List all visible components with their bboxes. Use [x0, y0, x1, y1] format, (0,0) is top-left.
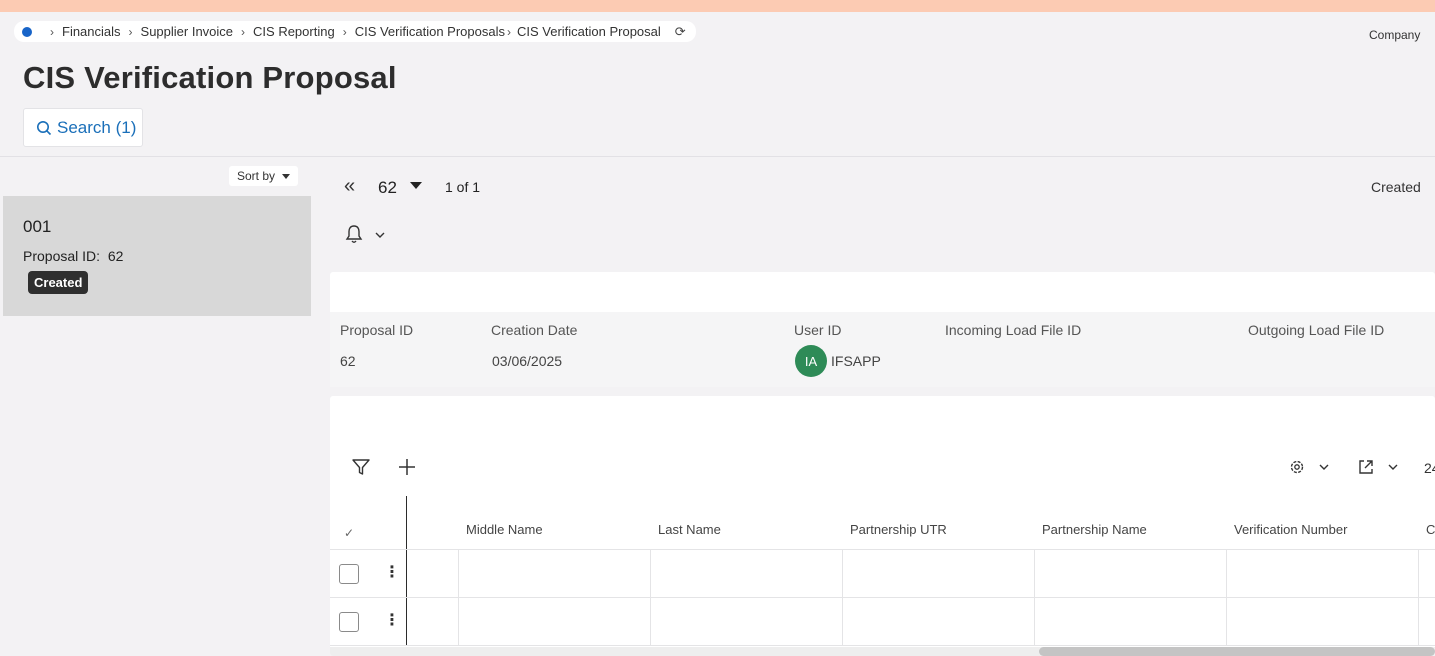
incoming-load-file-id-label: Incoming Load File ID [945, 322, 1082, 338]
page-title: CIS Verification Proposal [23, 60, 397, 95]
list-item[interactable]: 001 Proposal ID: 62 Created [3, 196, 311, 316]
scrollbar-thumb[interactable] [1039, 647, 1435, 656]
select-all-checkmark-icon[interactable]: ✓ [344, 526, 354, 540]
row-checkbox[interactable] [339, 612, 359, 632]
proposal-id-label: Proposal ID [340, 322, 414, 338]
column-divider [1226, 549, 1227, 645]
sort-by-button[interactable]: Sort by [229, 166, 299, 186]
main-content: « 62 1 of 1 Created Proposal ID 62 Creat… [312, 157, 1435, 656]
record-status: Created [1371, 179, 1421, 195]
record-selector[interactable]: 62 [378, 178, 397, 198]
search-button[interactable]: Search (1) [23, 108, 143, 147]
header-fields: Proposal ID 62 Creation Date 03/06/2025 … [330, 312, 1435, 387]
column-header-middle-name[interactable]: Middle Name [466, 522, 543, 537]
record-position: 1 of 1 [445, 179, 481, 195]
breadcrumb-item-cis-verification-proposals[interactable]: CIS Verification Proposals [355, 24, 505, 39]
column-divider [458, 549, 459, 645]
breadcrumb-item-cis-reporting[interactable]: CIS Reporting [253, 24, 335, 39]
creation-date-label: Creation Date [491, 322, 578, 338]
horizontal-scrollbar[interactable] [330, 647, 1435, 656]
breadcrumb: › Financials › Supplier Invoice › CIS Re… [14, 21, 696, 42]
breadcrumb-item-financials[interactable]: Financials [62, 24, 121, 39]
row-divider [330, 549, 1435, 550]
proposal-id-value: 62 [107, 248, 124, 264]
column-header-verification-number[interactable]: Verification Number [1234, 522, 1347, 537]
chevron-right-icon: › [342, 24, 347, 39]
company-label[interactable]: Company [1369, 28, 1420, 42]
bell-icon[interactable] [345, 224, 363, 244]
chevron-right-icon: › [50, 24, 54, 39]
list-item-proposal: Proposal ID: 62 [23, 248, 123, 264]
chevron-down-icon[interactable] [1387, 462, 1399, 472]
proposal-id-label: Proposal ID: [23, 248, 101, 264]
column-divider [1418, 549, 1419, 645]
user-id-label: User ID [794, 322, 842, 338]
caret-down-icon [282, 173, 291, 179]
frozen-column-divider [406, 496, 407, 646]
row-divider [330, 645, 1435, 646]
column-divider [650, 549, 651, 645]
search-button-label: Search (1) [57, 117, 137, 137]
breadcrumb-item-supplier-invoice[interactable]: Supplier Invoice [141, 24, 234, 39]
list-item-number: 001 [23, 217, 52, 236]
user-id-value[interactable]: IFSAPP [831, 353, 881, 369]
chevron-down-icon[interactable] [374, 230, 386, 240]
chevron-right-icon: › [506, 24, 511, 39]
column-header-partnership-name[interactable]: Partnership Name [1042, 522, 1147, 537]
chevron-down-icon[interactable] [1318, 462, 1330, 472]
row-count: 24 [1424, 460, 1435, 476]
outgoing-load-file-id-label: Outgoing Load File ID [1248, 322, 1385, 338]
row-checkbox[interactable] [339, 564, 359, 584]
column-divider [1034, 549, 1035, 645]
export-icon[interactable] [1357, 458, 1375, 476]
column-divider [842, 549, 843, 645]
creation-date-value: 03/06/2025 [492, 353, 563, 369]
lines-grid: 24 ✓ Middle Name Last Name Partnership U… [330, 396, 1435, 656]
chevron-right-icon: › [128, 24, 133, 39]
top-accent-bar [0, 0, 1435, 12]
status-badge: Created [28, 271, 89, 294]
gear-icon[interactable] [1288, 458, 1306, 476]
search-icon [37, 120, 52, 135]
filter-icon[interactable] [351, 457, 371, 477]
row-menu-icon[interactable]: ⋮ [384, 562, 400, 582]
avatar: IA [795, 345, 827, 377]
column-header-last-name[interactable]: Last Name [658, 522, 721, 537]
caret-down-icon[interactable] [410, 182, 422, 189]
row-divider [330, 597, 1435, 598]
sort-by-label: Sort by [237, 169, 276, 183]
record-list-sidebar: Sort by 001 Proposal ID: 62 Created [3, 157, 311, 656]
chevron-right-icon: › [241, 24, 246, 39]
header-panel: Proposal ID 62 Creation Date 03/06/2025 … [330, 272, 1435, 387]
add-icon[interactable] [397, 457, 417, 477]
refresh-icon[interactable]: ⟳ [675, 24, 686, 40]
breadcrumb-item-current: CIS Verification Proposal [516, 24, 661, 39]
home-icon[interactable] [22, 26, 32, 37]
proposal-id-value: 62 [340, 353, 356, 369]
first-record-icon[interactable]: « [344, 175, 355, 198]
record-navigator: « 62 1 of 1 Created [312, 157, 1435, 217]
column-header-cl[interactable]: Cl [1426, 522, 1435, 537]
row-menu-icon[interactable]: ⋮ [384, 610, 400, 630]
column-header-partnership-utr[interactable]: Partnership UTR [850, 522, 947, 537]
